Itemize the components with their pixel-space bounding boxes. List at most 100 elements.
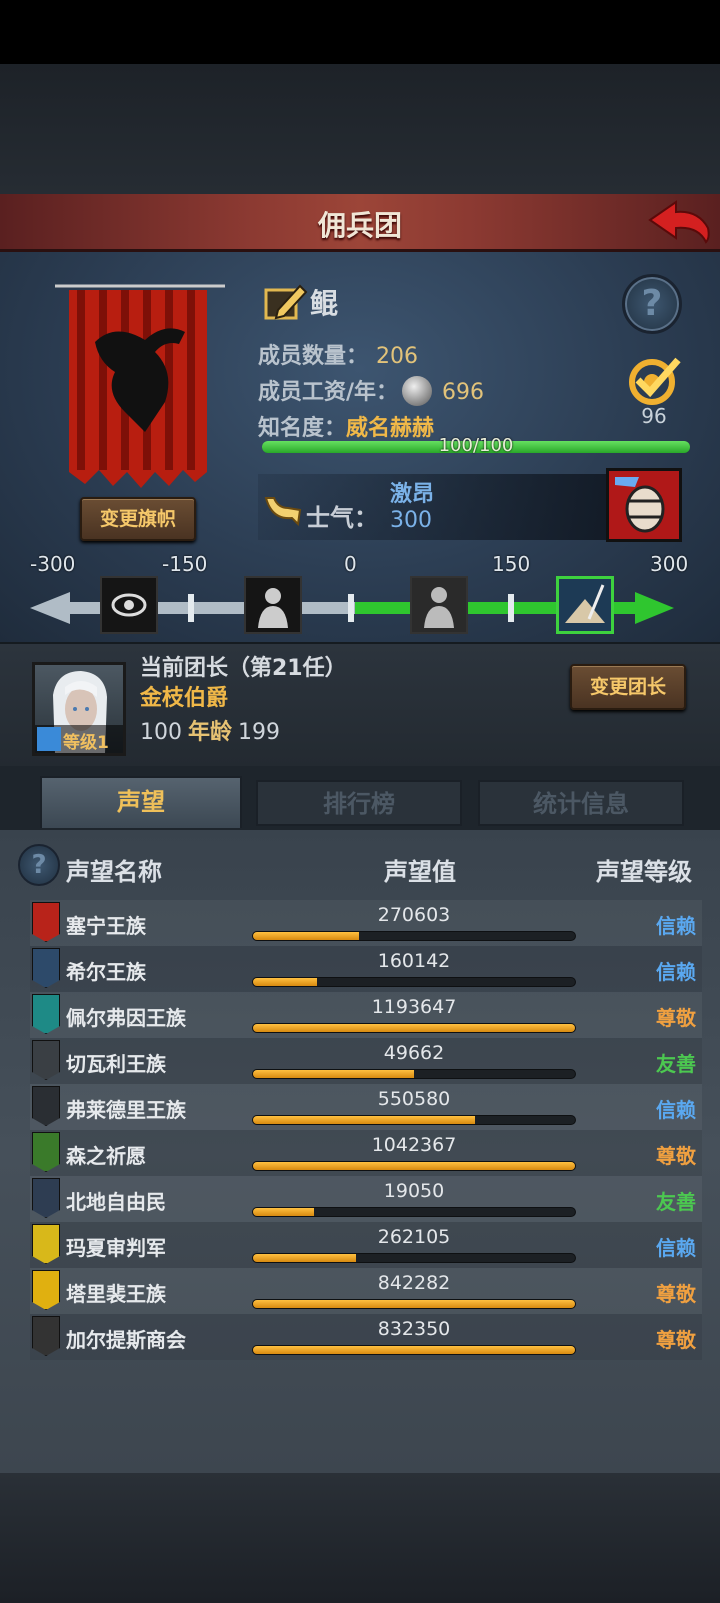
table-header: ? 声望名称 声望值 声望等级 bbox=[0, 844, 720, 890]
leader-age: 199 bbox=[238, 720, 281, 745]
reputation-bar bbox=[252, 931, 576, 941]
faction-crest-icon bbox=[32, 1316, 60, 1356]
reputation-value: 160142 bbox=[377, 950, 451, 972]
leader-stat-value: 100 bbox=[140, 720, 182, 745]
faction-name: 塔里裴王族 bbox=[66, 1282, 166, 1306]
bottom-backdrop bbox=[0, 1473, 720, 1603]
horn-icon bbox=[264, 497, 302, 526]
reputation-bar-fill bbox=[253, 932, 360, 940]
faction-crest-icon bbox=[32, 902, 60, 942]
morale-label: 士气： bbox=[306, 504, 378, 532]
leader-stats: 100 年龄 199 bbox=[140, 714, 280, 746]
faction-crest-icon bbox=[32, 1086, 60, 1126]
table-row[interactable]: 塞宁王族 270603 信赖 bbox=[30, 900, 702, 946]
reputation-bar-fill bbox=[253, 1254, 357, 1262]
reputation-value: 262105 bbox=[377, 1226, 451, 1248]
tab-bar: 声望 排行榜 统计信息 bbox=[0, 766, 720, 830]
faction-name: 玛夏审判军 bbox=[66, 1236, 166, 1260]
leader-name: 金枝伯爵 bbox=[140, 686, 229, 711]
change-leader-button[interactable]: 变更团长 bbox=[570, 664, 686, 710]
sword-icon bbox=[37, 727, 61, 751]
reputation-level: 信赖 bbox=[656, 1236, 696, 1260]
faction-name: 佩尔弗因王族 bbox=[66, 1006, 186, 1030]
reputation-bar-fill bbox=[253, 1116, 476, 1124]
header-value: 声望值 bbox=[384, 858, 456, 886]
barrel-icon[interactable] bbox=[606, 468, 682, 542]
faction-crest-icon bbox=[32, 1224, 60, 1264]
faction-crest-icon bbox=[32, 994, 60, 1034]
reputation-value: 1042367 bbox=[371, 1134, 457, 1156]
reputation-value: 832350 bbox=[377, 1318, 451, 1340]
tick-label: 300 bbox=[650, 552, 689, 576]
faction-crest-icon bbox=[32, 1178, 60, 1218]
wage-line: 成员工资/年： 696 bbox=[258, 374, 484, 410]
title-bar: 佣兵团 bbox=[0, 194, 720, 252]
fame-progress-text: 100/100 bbox=[438, 435, 514, 456]
member-count-line: 成员数量： 206 bbox=[258, 338, 418, 370]
reputation-level: 尊敬 bbox=[656, 1006, 696, 1030]
reputation-value: 550580 bbox=[377, 1088, 451, 1110]
reputation-bar-fill bbox=[253, 1024, 575, 1032]
morale-calm-icon[interactable] bbox=[410, 576, 468, 634]
wage-label: 成员工资/年： bbox=[258, 380, 399, 405]
table-row[interactable]: 加尔提斯商会 832350 尊敬 bbox=[30, 1314, 702, 1360]
table-row[interactable]: 塔里裴王族 842282 尊敬 bbox=[30, 1268, 702, 1314]
rename-pencil-icon[interactable] bbox=[264, 280, 308, 322]
reputation-bar bbox=[252, 1299, 576, 1309]
table-row[interactable]: 希尔王族 160142 信赖 bbox=[30, 946, 702, 992]
morale-excited-icon[interactable] bbox=[556, 576, 614, 634]
leader-section: 等级1 当前团长（第21任） 金枝伯爵 100 年龄 199 变更团长 bbox=[0, 642, 720, 766]
back-arrow-icon[interactable] bbox=[646, 198, 712, 246]
table-row[interactable]: 佩尔弗因王族 1193647 尊敬 bbox=[30, 992, 702, 1038]
clan-banner-icon[interactable] bbox=[55, 282, 225, 492]
leader-level: 等级1 bbox=[63, 733, 109, 753]
reputation-value: 270603 bbox=[377, 904, 451, 926]
age-label: 年龄 bbox=[188, 720, 233, 745]
faction-crest-icon bbox=[32, 1132, 60, 1172]
reputation-bar-fill bbox=[253, 1346, 575, 1354]
table-row[interactable]: 北地自由民 19050 友善 bbox=[30, 1176, 702, 1222]
faction-name: 切瓦利王族 bbox=[66, 1052, 166, 1076]
member-count-label: 成员数量： bbox=[258, 344, 369, 369]
faction-name: 塞宁王族 bbox=[66, 914, 146, 938]
clan-header-panel: 变更旗帜 鲲 ? 成员数量： 206 成员工资/年： 696 知名度：威名赫赫 96… bbox=[0, 252, 720, 642]
reputation-level: 尊敬 bbox=[656, 1328, 696, 1352]
table-row[interactable]: 切瓦利王族 49662 友善 bbox=[30, 1038, 702, 1084]
member-count-value: 206 bbox=[376, 344, 419, 369]
reputation-value: 842282 bbox=[377, 1272, 451, 1294]
reputation-bar-fill bbox=[253, 1300, 575, 1308]
table-row[interactable]: 玛夏审判军 262105 信赖 bbox=[30, 1222, 702, 1268]
reputation-bar bbox=[252, 1207, 576, 1217]
morale-terrified-icon[interactable] bbox=[100, 576, 158, 634]
clan-name: 鲲 bbox=[310, 287, 339, 320]
status-bar-area bbox=[0, 0, 720, 64]
morale-scale: -300 -150 0 150 300 bbox=[30, 552, 694, 634]
reputation-value: 49662 bbox=[383, 1042, 445, 1064]
tick-label: 150 bbox=[492, 552, 531, 576]
table-row[interactable]: 森之祈愿 1042367 尊敬 bbox=[30, 1130, 702, 1176]
faction-crest-icon bbox=[32, 1270, 60, 1310]
help-icon[interactable]: ? bbox=[622, 274, 682, 334]
morale-state: 激昂 bbox=[390, 482, 435, 507]
reputation-bar bbox=[252, 1345, 576, 1355]
help-icon[interactable]: ? bbox=[18, 844, 60, 886]
header-level: 声望等级 bbox=[596, 858, 692, 886]
tick-label: 0 bbox=[344, 552, 357, 576]
table-row[interactable]: 弗莱德里王族 550580 信赖 bbox=[30, 1084, 702, 1130]
reputation-bar bbox=[252, 1161, 576, 1171]
page-title: 佣兵团 bbox=[317, 209, 402, 242]
morale-despair-icon[interactable] bbox=[244, 576, 302, 634]
target-count: 96 bbox=[641, 404, 667, 428]
change-banner-button[interactable]: 变更旗帜 bbox=[80, 497, 196, 541]
tab-statistics[interactable]: 统计信息 bbox=[478, 780, 684, 826]
target-check-icon[interactable] bbox=[622, 352, 686, 408]
tab-reputation[interactable]: 声望 bbox=[40, 776, 242, 828]
reputation-value: 1193647 bbox=[371, 996, 457, 1018]
header-name: 声望名称 bbox=[66, 858, 162, 886]
wage-value: 696 bbox=[442, 380, 485, 405]
silver-coin-icon bbox=[402, 376, 433, 406]
tab-ranking[interactable]: 排行榜 bbox=[256, 780, 462, 826]
faction-name: 弗莱德里王族 bbox=[66, 1098, 186, 1122]
leader-portrait[interactable]: 等级1 bbox=[32, 662, 126, 756]
reputation-level: 友善 bbox=[656, 1052, 696, 1076]
